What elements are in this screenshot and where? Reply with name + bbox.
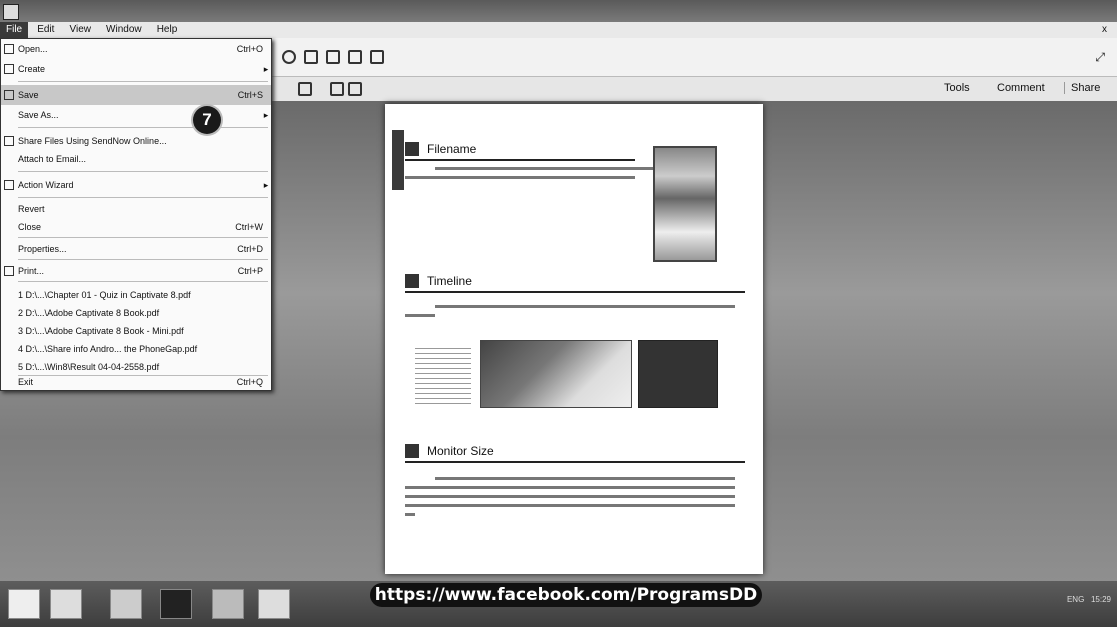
- menu-item-exit[interactable]: Exit Ctrl+Q: [1, 372, 271, 392]
- document-image: [480, 340, 632, 408]
- media-icon[interactable]: [160, 589, 192, 619]
- menu-window[interactable]: Window: [100, 22, 148, 38]
- submenu-arrow-icon: ▸: [263, 179, 269, 190]
- menu-item-print[interactable]: Print... Ctrl+P: [1, 261, 271, 281]
- browser-icon[interactable]: [212, 589, 244, 619]
- menu-item-create[interactable]: Create ▸: [1, 59, 271, 79]
- section-title: Monitor Size: [427, 444, 494, 458]
- print-icon: [4, 266, 14, 276]
- tab-tools[interactable]: Tools: [944, 82, 970, 94]
- menu-item-open[interactable]: Open... Ctrl+O: [1, 39, 271, 59]
- tab-share[interactable]: Share: [1064, 82, 1100, 94]
- language-indicator[interactable]: ENG: [1067, 595, 1084, 604]
- expand-icon[interactable]: ⤢: [1095, 50, 1105, 65]
- menu-item-revert[interactable]: Revert: [1, 199, 271, 219]
- read-mode-icon[interactable]: [348, 82, 362, 96]
- section-icon: [405, 142, 419, 156]
- section-icon: [405, 444, 419, 458]
- menu-item-save[interactable]: Save Ctrl+S: [1, 85, 271, 105]
- system-tray: ENG 15:29: [1067, 595, 1111, 604]
- document-page: Filename Timeline Monitor Size: [385, 104, 763, 574]
- menu-help[interactable]: Help: [151, 22, 184, 38]
- document-image: [653, 146, 717, 262]
- tab-comment[interactable]: Comment: [997, 82, 1045, 94]
- acrobat-icon[interactable]: [258, 589, 290, 619]
- step-number-badge: 7: [193, 106, 221, 134]
- windows-start-icon[interactable]: [8, 589, 40, 619]
- menu-item-attach-email[interactable]: Attach to Email...: [1, 149, 271, 169]
- menu-item-close[interactable]: Close Ctrl+W: [1, 217, 271, 237]
- section-icon: [405, 274, 419, 288]
- internet-explorer-icon[interactable]: [50, 589, 82, 619]
- create-icon: [4, 64, 14, 74]
- app-icon: [3, 4, 19, 20]
- comment-icon[interactable]: [304, 50, 318, 64]
- watermark-url: https://www.facebook.com/ProgramsDD: [370, 583, 762, 607]
- menu-item-action-wizard[interactable]: Action Wizard ▸: [1, 175, 271, 195]
- zoom-icon[interactable]: [298, 82, 312, 96]
- section-timeline: Timeline: [405, 274, 745, 323]
- document-image: [415, 344, 471, 404]
- document-image: [638, 340, 718, 408]
- bookmarks-side-tab[interactable]: [392, 130, 404, 190]
- menu-item-save-as[interactable]: Save As... ▸: [1, 105, 271, 125]
- share-icon: [4, 136, 14, 146]
- menu-item-recent-file[interactable]: 4 D:\...\Share info Andro... the PhoneGa…: [1, 339, 271, 359]
- section-monitor-size: Monitor Size: [405, 444, 745, 522]
- section-title: Filename: [427, 142, 477, 156]
- menu-item-recent-file[interactable]: 1 D:\...\Chapter 01 - Quiz in Captivate …: [1, 285, 271, 305]
- menu-item-properties[interactable]: Properties... Ctrl+D: [1, 239, 271, 259]
- menu-item-recent-file[interactable]: 3 D:\...\Adobe Captivate 8 Book - Mini.p…: [1, 321, 271, 341]
- close-document-button[interactable]: x: [1096, 22, 1113, 38]
- settings-icon[interactable]: [282, 50, 296, 64]
- open-folder-icon: [4, 44, 14, 54]
- section-title: Timeline: [427, 274, 472, 288]
- menu-edit[interactable]: Edit: [31, 22, 60, 38]
- title-bar: [0, 0, 1117, 22]
- clock[interactable]: 15:29: [1091, 595, 1111, 604]
- save-icon: [4, 90, 14, 100]
- action-wizard-icon: [4, 180, 14, 190]
- export-pdf-icon[interactable]: [348, 50, 362, 64]
- menu-item-recent-file[interactable]: 2 D:\...\Adobe Captivate 8 Book.pdf: [1, 303, 271, 323]
- file-explorer-icon[interactable]: [110, 589, 142, 619]
- submenu-arrow-icon: ▸: [263, 109, 269, 120]
- fit-page-icon[interactable]: [330, 82, 344, 96]
- menu-item-share-sendnow[interactable]: Share Files Using SendNow Online...: [1, 131, 271, 151]
- submenu-arrow-icon: ▸: [263, 63, 269, 74]
- file-menu: Open... Ctrl+O Create ▸ Save Ctrl+S Save…: [0, 38, 272, 391]
- menu-file[interactable]: File: [0, 22, 29, 38]
- edit-pdf-icon[interactable]: [370, 50, 384, 64]
- menu-view[interactable]: View: [63, 22, 97, 38]
- menu-bar: File Edit View Window Help x: [0, 22, 1117, 39]
- create-pdf-icon[interactable]: [326, 50, 340, 64]
